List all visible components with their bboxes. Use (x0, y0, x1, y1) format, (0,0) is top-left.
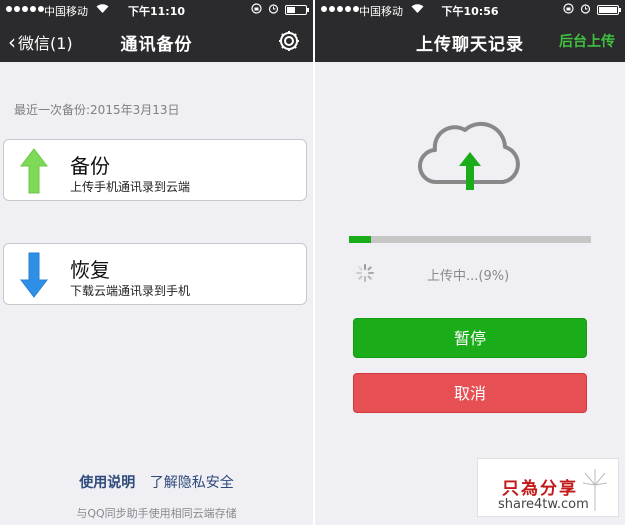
last-backup-date: 最近一次备份:2015年3月13日 (14, 103, 180, 117)
lock-rotation-icon (251, 3, 262, 17)
dandelion-icon (582, 469, 608, 511)
upload-progress-text: 上传中...(9%) (427, 269, 510, 284)
bottom-links: 使用说明 了解隐私安全 (0, 472, 313, 492)
backup-subtitle: 上传手机通讯录到云端 (70, 180, 191, 194)
upload-progress-bar (349, 236, 591, 243)
backup-title: 备份 (70, 154, 110, 178)
signal-strength-icon (321, 6, 359, 12)
restore-subtitle: 下载云端通讯录到手机 (70, 284, 191, 298)
status-time: 下午11:10 (127, 5, 186, 18)
battery-icon (597, 5, 621, 15)
pause-button[interactable]: 暂停 (353, 318, 587, 358)
alarm-icon (580, 3, 591, 17)
watermark-site-text: share4tw.com (498, 497, 589, 512)
status-bar: 中国移动 下午10:56 (315, 0, 625, 20)
restore-button[interactable]: 恢复 下载云端通讯录到手机 (3, 243, 307, 305)
carrier-name: 中国移动 (359, 5, 403, 18)
status-bar: 中国移动 下午11:10 (0, 0, 313, 20)
cloud-upload-icon (418, 121, 520, 190)
signal-strength-icon (6, 6, 44, 12)
carrier-name: 中国移动 (44, 5, 88, 18)
watermark-chinese-text: 只為分享 (502, 479, 578, 499)
arrow-down-icon (20, 252, 48, 298)
contacts-backup-screen: 中国移动 下午11:10 ‹ 微信(1) 通讯备份 最近一次备份:2015年3月… (0, 0, 313, 525)
battery-icon (285, 5, 309, 15)
navigation-bar: 上传聊天记录 后台上传 (315, 20, 625, 62)
background-upload-button[interactable]: 后台上传 (559, 31, 615, 51)
navigation-bar: ‹ 微信(1) 通讯备份 (0, 20, 313, 62)
storage-footnote: 与QQ同步助手使用相同云端存储 (76, 507, 237, 520)
wifi-icon (411, 3, 424, 17)
backup-button[interactable]: 备份 上传手机通讯录到云端 (3, 139, 307, 201)
privacy-link[interactable]: 了解隐私安全 (150, 475, 234, 491)
restore-title: 恢复 (70, 258, 110, 282)
arrow-up-icon (20, 148, 48, 194)
alarm-icon (268, 3, 279, 17)
status-time: 下午10:56 (441, 5, 499, 18)
upload-progress-fill (349, 236, 371, 243)
watermark-logo: 只為分享 share4tw.com (477, 458, 619, 517)
settings-button[interactable] (277, 29, 301, 53)
page-title: 通讯备份 (120, 35, 193, 55)
wifi-icon (96, 3, 109, 17)
chat-upload-screen: 中国移动 下午10:56 上传聊天记录 后台上传 上传中...(9%) 暂停 取… (315, 0, 625, 525)
loading-spinner-icon (356, 264, 374, 282)
help-link[interactable]: 使用说明 (79, 475, 135, 491)
cancel-button[interactable]: 取消 (353, 373, 587, 413)
gear-icon (279, 31, 299, 51)
lock-rotation-icon (563, 3, 574, 17)
